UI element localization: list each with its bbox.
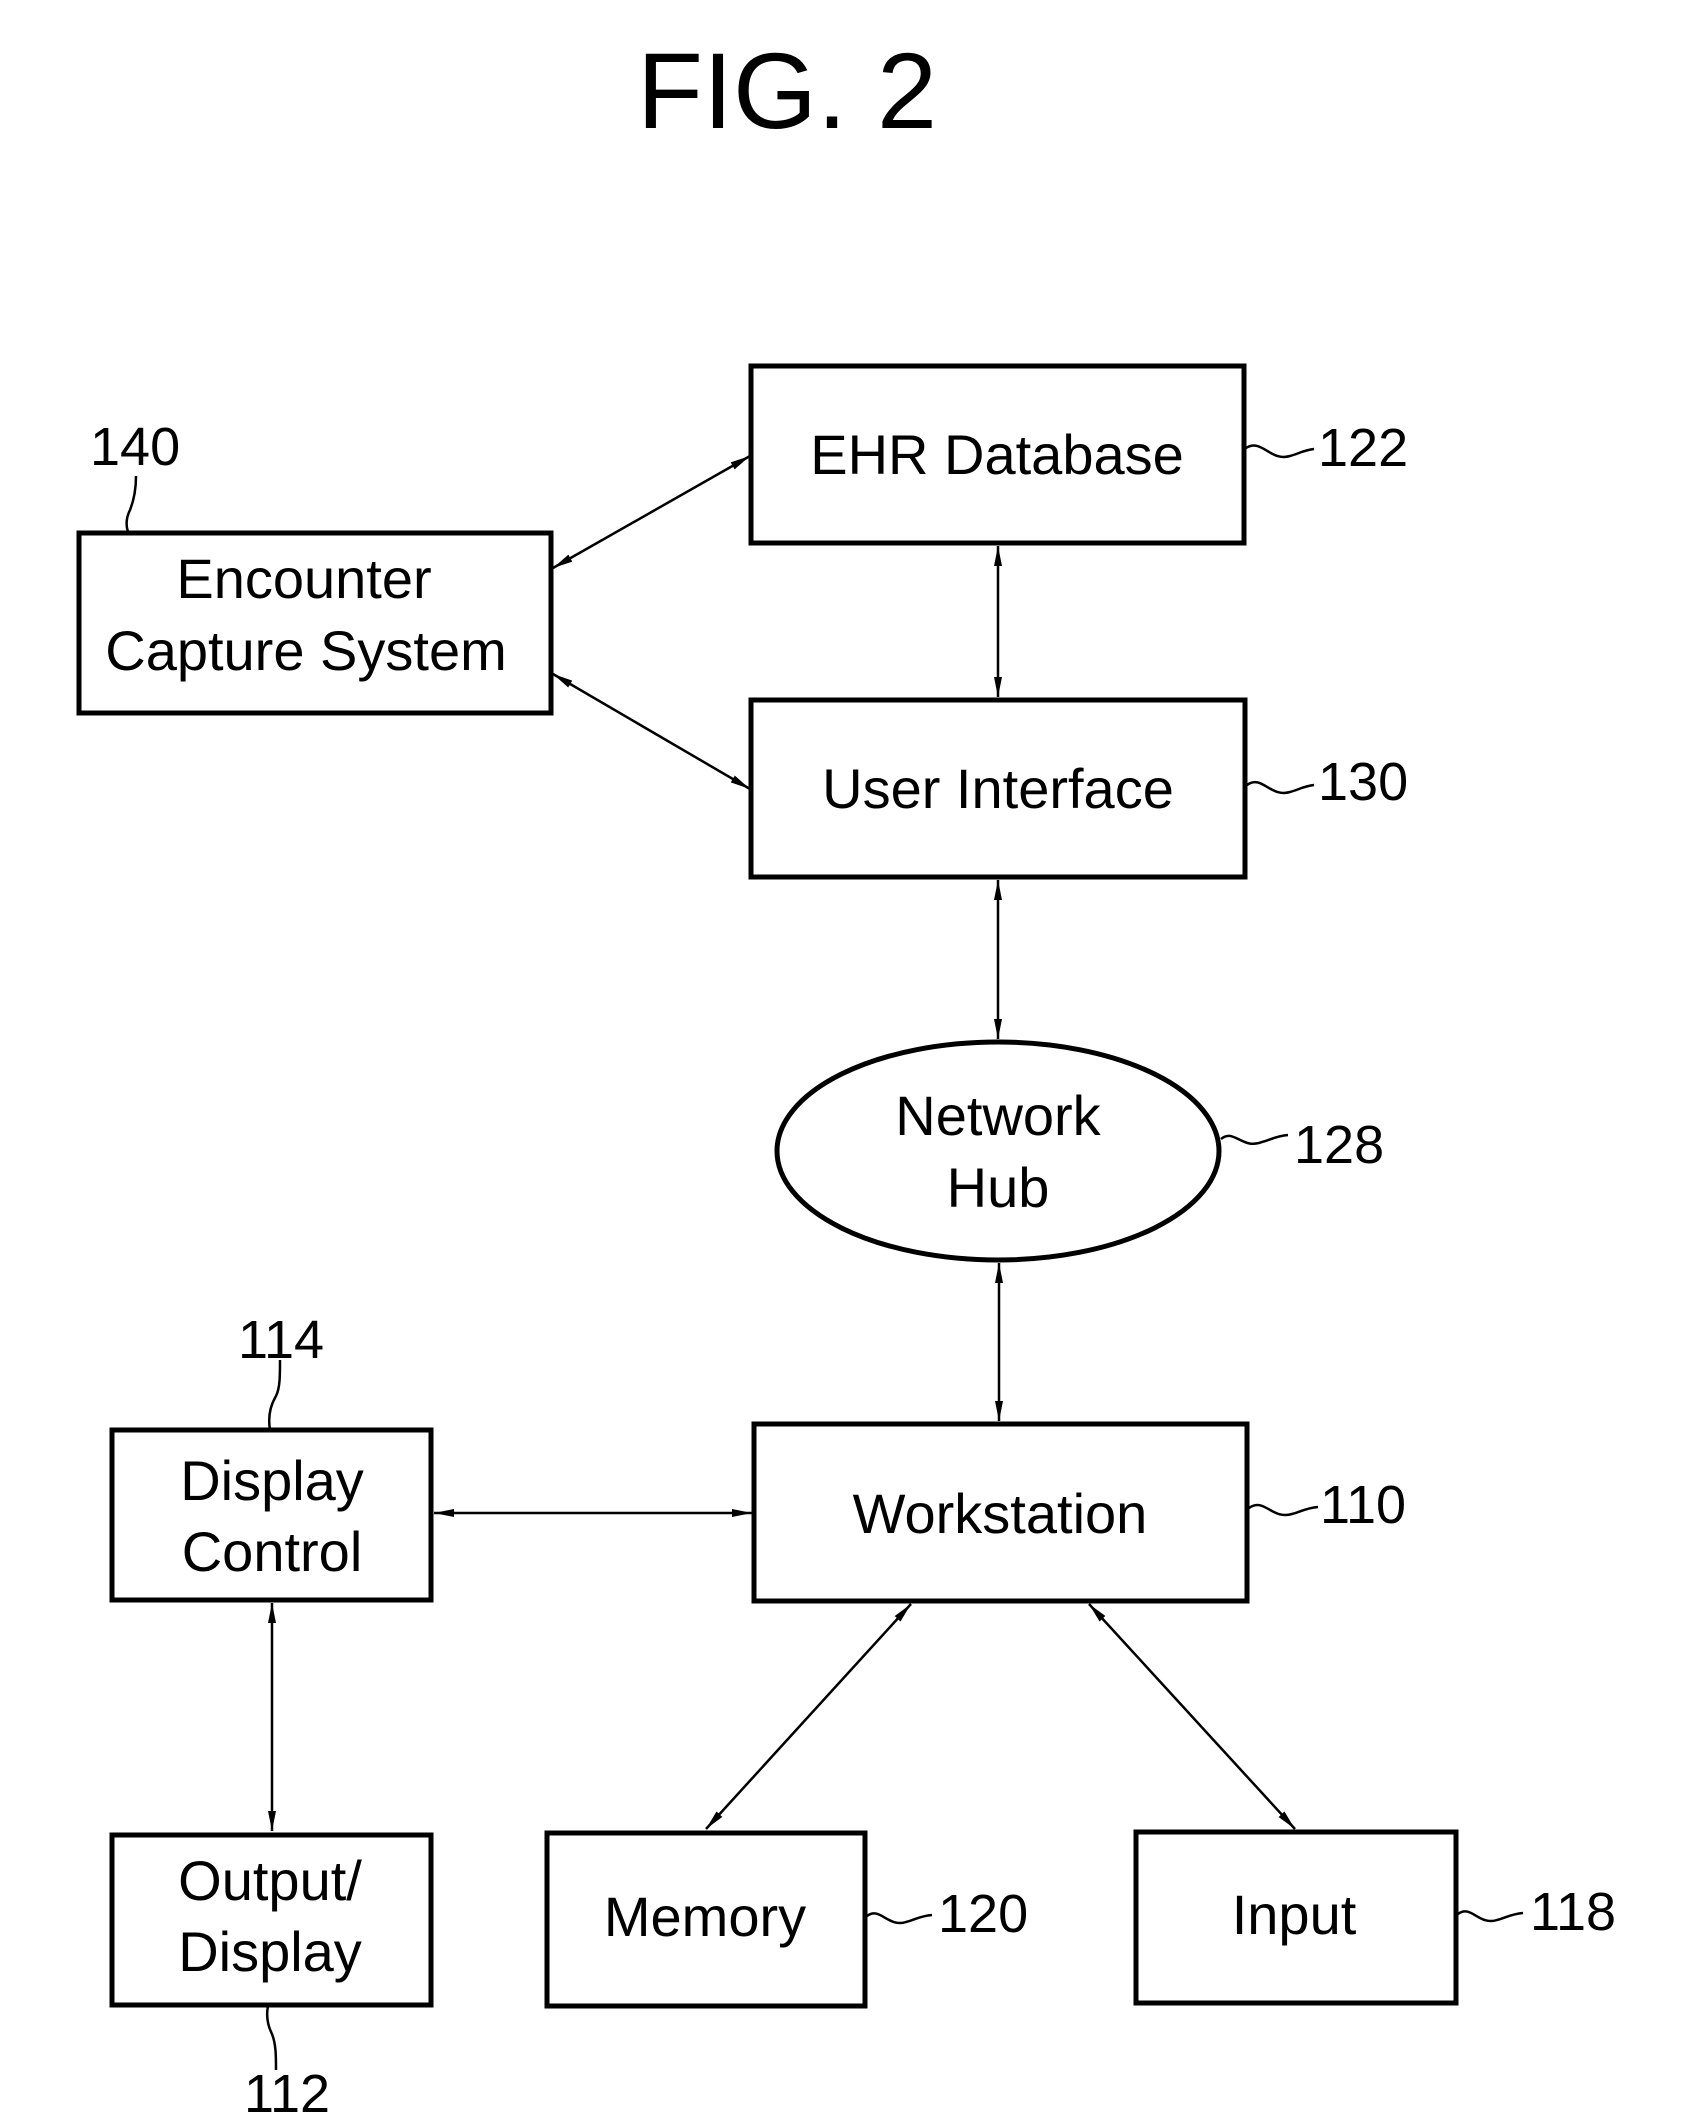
edge-workstation-memory [705, 1603, 912, 1830]
workstation-label: Workstation [853, 1482, 1148, 1545]
ehr-database-label: EHR Database [810, 423, 1184, 486]
input-ref: 118 [1530, 1882, 1616, 1942]
node-network-hub: Network Hub 128 [774, 1039, 1384, 1263]
display-control-label-line2: Control [182, 1520, 363, 1583]
memory-ref: 120 [938, 1884, 1028, 1944]
output-display-label-line1: Output/ [178, 1849, 362, 1912]
edge-encounter-ehr [552, 454, 751, 570]
node-ehr-database: EHR Database 122 [748, 363, 1408, 546]
encounter-capture-label-line1: Encounter [176, 547, 431, 610]
edge-workstation-input [1088, 1603, 1296, 1830]
memory-label: Memory [604, 1885, 806, 1948]
user-interface-leader [1246, 780, 1315, 795]
network-hub-ref: 128 [1294, 1115, 1384, 1175]
display-control-ref: 114 [238, 1310, 324, 1370]
figure-title: FIG. 2 [637, 30, 937, 151]
encounter-capture-ref: 140 [90, 417, 180, 477]
node-input: Input 118 [1133, 1829, 1616, 2006]
display-control-leader [268, 1359, 282, 1431]
input-label: Input [1232, 1883, 1357, 1946]
workstation-leader [1248, 1503, 1319, 1517]
user-interface-ref: 130 [1318, 752, 1408, 812]
diagram-canvas: FIG. 2 EHR Database 122 Encounter Captur… [76, 30, 1616, 2124]
node-memory: Memory 120 [544, 1830, 1028, 2009]
memory-leader [866, 1912, 933, 1925]
network-hub-label-line2: Hub [947, 1156, 1050, 1219]
workstation-ref: 110 [1320, 1475, 1406, 1535]
node-output-display: Output/ Display 112 [109, 1832, 434, 2124]
encounter-capture-label-line2: Capture System [105, 619, 507, 682]
node-encounter-capture-system: Encounter Capture System 140 [76, 417, 554, 716]
node-user-interface: User Interface 130 [748, 697, 1408, 880]
network-hub-leader [1220, 1133, 1289, 1145]
output-display-leader [265, 2005, 278, 2071]
edge-encounter-ui [552, 672, 751, 791]
output-display-ref: 112 [244, 2064, 330, 2124]
network-hub-label-line1: Network [895, 1084, 1101, 1147]
display-control-label-line1: Display [180, 1449, 364, 1512]
encounter-capture-leader [125, 475, 138, 533]
user-interface-label: User Interface [822, 757, 1174, 820]
node-workstation: Workstation 110 [751, 1421, 1406, 1604]
input-leader [1457, 1910, 1524, 1923]
node-display-control: Display Control 114 [109, 1310, 434, 1603]
ehr-database-leader [1245, 444, 1315, 459]
output-display-label-line2: Display [178, 1920, 362, 1983]
network-hub-ellipse [774, 1039, 1222, 1263]
ehr-database-ref: 122 [1318, 418, 1408, 478]
